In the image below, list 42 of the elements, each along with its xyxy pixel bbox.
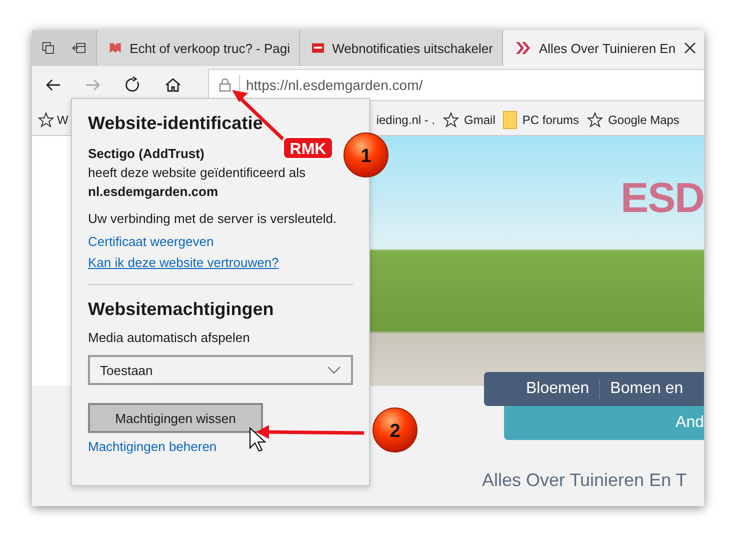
cursor-icon [250,426,266,452]
star-icon [38,112,54,128]
setting-label: Media automatisch afspelen [88,329,250,347]
number-marker: 1 [344,132,388,178]
autoplay-dropdown[interactable]: Toestaan [88,355,353,385]
page-heading: Alles Over Tuinieren En T [482,470,688,491]
nav-link[interactable]: Bloemen [516,380,600,398]
chevrons-icon [515,40,531,56]
popup-title: Website-identificatie [88,113,264,134]
site-logo: ESD [620,174,704,222]
number-marker: 2 [372,408,418,452]
popup-link[interactable]: Certificaat weergeven [88,234,214,249]
domain-name: nl.esdemgarden.com [88,183,218,201]
tabs-icon[interactable] [42,40,54,56]
bookmark-link[interactable]: ieding.nl - . [376,112,436,126]
set-aside-icon[interactable] [72,41,86,55]
browser-tab[interactable]: Alles Over Tuinieren En [502,30,704,66]
star-icon [587,112,604,128]
bookmark-link[interactable]: W [57,112,68,126]
folder-icon [503,110,518,128]
nav-link[interactable]: Bomen en [599,380,694,398]
close-icon[interactable] [684,42,696,54]
bookmark-link[interactable]: PC forums [522,112,580,126]
permissions-title: Websitemachtigingen [88,299,275,320]
clear-permissions-button[interactable]: Machtigingen wissen [88,403,263,433]
refresh-icon[interactable] [124,76,142,94]
home-icon[interactable] [164,76,182,94]
lock-icon[interactable] [219,78,231,92]
issuer-name: Sectigo (AddTrust) [88,145,204,163]
popup-link[interactable]: Kan ik deze website vertrouwen? [88,255,279,270]
bookmark-link[interactable]: Gmail [464,112,496,126]
connection-text: Uw verbinding met de server is versleuteld. [88,210,337,228]
identified-text: heeft deze website geïdentificeerd als [88,164,306,182]
address-field[interactable]: https://nl.esdemgarden.com/ [208,69,704,101]
manage-permissions-link[interactable]: Machtigingen beheren [88,439,217,454]
bookmark-link[interactable]: Google Maps [608,112,680,126]
chevron-icon [327,366,341,374]
rmk-label: RMK [282,136,334,160]
star-icon [443,112,460,128]
browser-tab[interactable]: Webnotificaties uitschakeler [299,30,502,66]
banner-text: And [676,414,704,432]
browser-tab[interactable]: Echt of verkoop truc? - Pagi [96,30,299,66]
